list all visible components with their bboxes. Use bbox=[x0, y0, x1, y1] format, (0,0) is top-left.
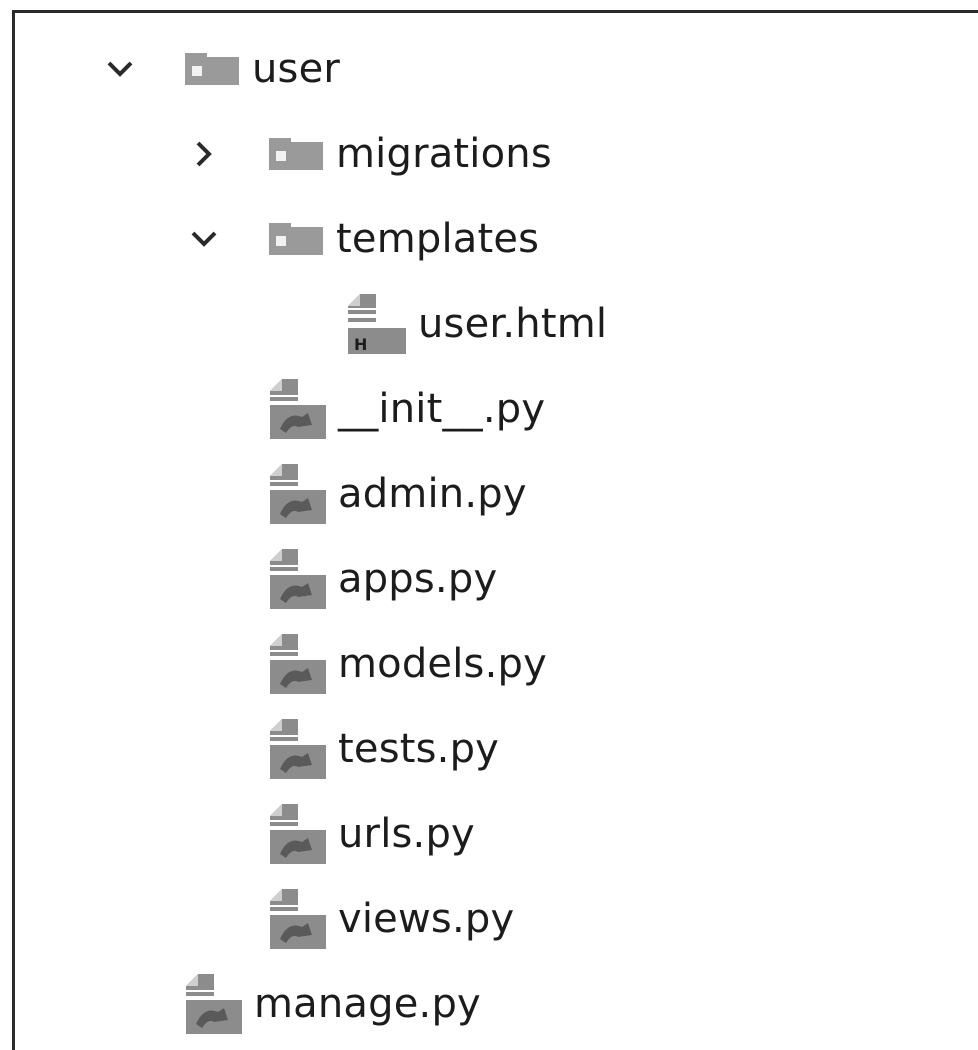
tree-item-label: __init__.py bbox=[338, 386, 546, 432]
tree-item-models-py[interactable]: models.py bbox=[268, 621, 547, 707]
python-file-icon bbox=[268, 802, 326, 866]
folder-icon bbox=[184, 52, 240, 86]
tree-item-label: tests.py bbox=[338, 726, 500, 772]
python-file-icon bbox=[268, 462, 326, 526]
svg-text:H: H bbox=[354, 335, 368, 354]
chevron-right-icon[interactable] bbox=[184, 134, 224, 174]
tree-item-label: views.py bbox=[338, 896, 515, 942]
tree-item-label: admin.py bbox=[338, 471, 527, 517]
python-file-icon bbox=[268, 547, 326, 611]
chevron-down-icon[interactable] bbox=[100, 49, 140, 89]
tree-item-label: manage.py bbox=[254, 981, 481, 1027]
tree-item-label: user bbox=[252, 46, 341, 92]
python-file-icon bbox=[268, 377, 326, 441]
python-file-icon bbox=[268, 632, 326, 696]
tree-item-label: urls.py bbox=[338, 811, 475, 857]
tree-item-user[interactable]: user bbox=[100, 26, 340, 112]
folder-icon bbox=[268, 222, 324, 256]
html-file-icon: H bbox=[346, 292, 406, 356]
tree-item-label: user.html bbox=[418, 301, 608, 347]
tree-item-init-py[interactable]: __init__.py bbox=[268, 366, 545, 452]
python-file-icon bbox=[268, 717, 326, 781]
tree-item-migrations[interactable]: migrations bbox=[184, 111, 552, 197]
tree-item-label: apps.py bbox=[338, 556, 498, 602]
tree-item-admin-py[interactable]: admin.py bbox=[268, 451, 527, 537]
tree-item-apps-py[interactable]: apps.py bbox=[268, 536, 497, 622]
tree-item-user-html[interactable]: H user.html bbox=[346, 281, 607, 367]
tree-item-templates[interactable]: templates bbox=[184, 196, 539, 282]
folder-icon bbox=[268, 137, 324, 171]
tree-item-manage-py[interactable]: manage.py bbox=[184, 961, 481, 1047]
tree-item-label: templates bbox=[336, 216, 540, 262]
python-file-icon bbox=[184, 972, 242, 1036]
tree-item-views-py[interactable]: views.py bbox=[268, 876, 514, 962]
tree-item-tests-py[interactable]: tests.py bbox=[268, 706, 499, 792]
tree-item-urls-py[interactable]: urls.py bbox=[268, 791, 475, 877]
tree-item-label: models.py bbox=[338, 641, 547, 687]
chevron-down-icon[interactable] bbox=[184, 219, 224, 259]
tree-item-label: migrations bbox=[336, 131, 552, 177]
python-file-icon bbox=[268, 887, 326, 951]
